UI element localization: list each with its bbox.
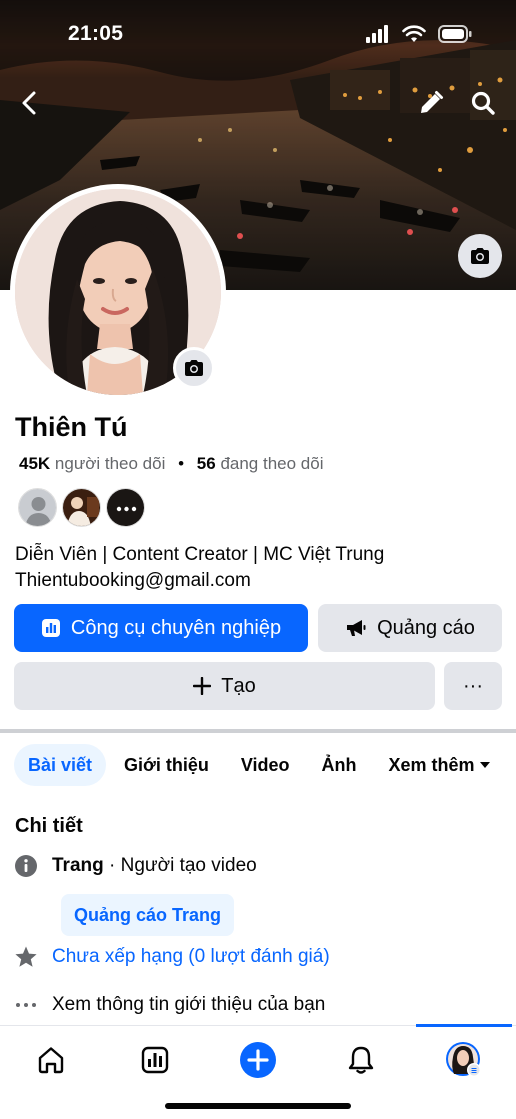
cellular-signal-icon [366,25,388,43]
tab-see-more[interactable]: Xem thêm [375,744,505,786]
status-time: 21:05 [68,22,124,45]
promote-page-button[interactable]: Quảng cáo Trang [61,894,234,936]
tab-see-more-label: Xem thêm [388,754,475,775]
profile-tabs: Bài viết Giới thiệu Video Ảnh Xem thêm [14,743,516,787]
professional-tools-label: Công cụ chuyên nghiệp [70,616,282,639]
info-icon [15,855,37,877]
followers-count: 45K [19,454,51,473]
nav-profile[interactable] [444,1040,484,1080]
camera-icon [471,248,489,264]
search-button[interactable] [466,86,500,120]
rating-text: Chưa xếp hạng (0 lượt đánh giá) [52,946,330,967]
battery-icon [438,25,472,43]
stats-separator: • [178,454,185,473]
following-count: 56 [196,454,216,473]
analytics-icon [141,1046,169,1074]
followers-label: người theo dõi [54,454,166,473]
nav-notifications[interactable] [341,1040,381,1080]
create-plus-icon [240,1042,276,1078]
cover-camera-button[interactable] [458,234,502,278]
nav-create[interactable] [238,1040,278,1080]
tab-video[interactable]: Video [227,744,304,786]
camera-icon [185,360,203,376]
nav-home[interactable] [31,1040,71,1080]
following-label: đang theo dõi [220,454,324,473]
more-options-label: ··· [463,674,483,697]
home-indicator [165,1103,351,1109]
page-type-rest: · Người tạo video [103,855,257,876]
follow-stats[interactable]: 45K người theo dõi • 56 đang theo dõi [19,454,323,474]
rating-row[interactable]: Chưa xếp hạng (0 lượt đánh giá) [14,945,330,969]
status-bar: 21:05 [0,0,516,70]
edit-profile-button[interactable] [414,86,448,120]
follower-avatars[interactable] [18,488,145,527]
bell-icon [348,1046,374,1074]
tab-posts[interactable]: Bài viết [14,744,107,786]
home-icon [38,1047,64,1074]
megaphone-icon [347,620,366,636]
plus-icon [193,677,212,695]
profile-name: Thiên Tú [15,412,128,442]
follower-avatar-default [18,488,57,527]
page-type-bold: Trang [52,855,104,876]
back-button[interactable] [12,86,46,120]
back-icon [22,91,36,115]
profile-bio: Diễn Viên | Content Creator | MC Việt Tr… [15,542,384,594]
about-text: Xem thông tin giới thiệu của bạn [52,994,326,1015]
active-tab-indicator [416,1024,512,1027]
star-icon [15,946,37,967]
ads-button[interactable]: Quảng cáo [318,604,502,652]
nav-dashboard[interactable] [135,1040,175,1080]
dashboard-icon [41,619,60,637]
profile-avatar-icon [446,1042,481,1077]
caret-down-icon [479,762,490,768]
create-label: Tạo [221,674,256,697]
professional-tools-button[interactable]: Công cụ chuyên nghiệp [14,604,308,652]
section-divider [0,729,516,733]
tab-about[interactable]: Giới thiệu [110,744,223,786]
follower-avatar-photo [62,488,101,527]
follower-avatar-more [106,488,145,527]
status-icons [366,25,472,43]
bio-line: Diễn Viên | Content Creator | MC Việt Tr… [15,544,385,565]
avatar-camera-button[interactable] [173,347,215,389]
details-title: Chi tiết [15,815,83,837]
ads-label: Quảng cáo [377,616,475,639]
bio-email[interactable]: Thientubooking@gmail.com [15,568,384,594]
create-button[interactable]: Tạo [14,662,435,710]
more-options-button[interactable]: ··· [444,662,502,710]
search-icon [471,91,495,115]
page-type-row: Trang · Người tạo video [14,854,257,878]
edit-pencil-icon [421,91,443,113]
dots-icon [16,1003,36,1007]
wifi-icon [402,25,426,42]
tab-photos[interactable]: Ảnh [308,744,371,786]
about-row[interactable]: Xem thông tin giới thiệu của bạn [14,993,325,1017]
